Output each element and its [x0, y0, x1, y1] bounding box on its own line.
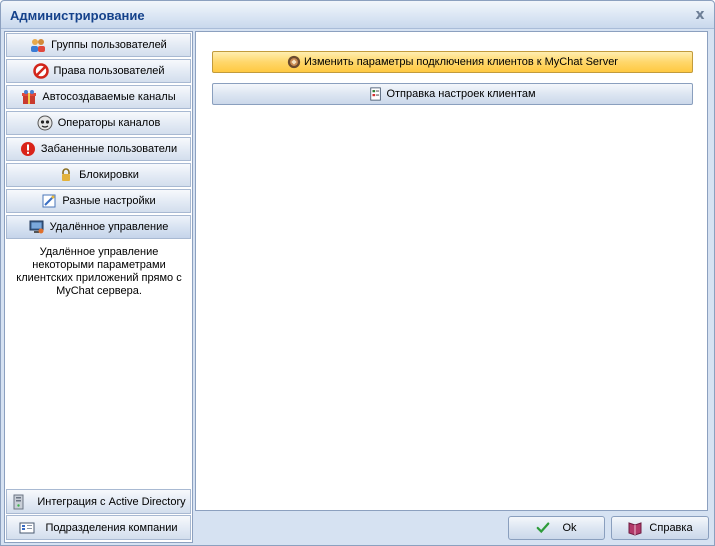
- nav-item-label: Права пользователей: [53, 65, 165, 77]
- nav-item-label: Операторы каналов: [57, 117, 161, 129]
- title-bar[interactable]: Администрирование x: [1, 1, 714, 29]
- remote-monitor-icon: [29, 220, 44, 234]
- nav-item-label: Интеграция с Active Directory: [37, 495, 186, 508]
- alert-icon: [20, 142, 35, 156]
- content-panel: Изменить параметры подключения клиентов …: [195, 31, 708, 511]
- navigation-panel: Группы пользователей Права пользователей…: [4, 31, 193, 543]
- send-settings-icon: [370, 87, 382, 101]
- nav-item-label: Удалённое управление: [49, 221, 169, 233]
- ok-label: Ok: [562, 522, 577, 534]
- nav-item-active-directory[interactable]: Интеграция с Active Directory: [6, 489, 191, 514]
- settings-icon: [42, 194, 56, 208]
- nav-item-label: Подразделения компании: [45, 521, 178, 534]
- nav-item-label: Забаненные пользователи: [40, 143, 178, 155]
- forbidden-icon: [32, 63, 49, 79]
- action-label: Изменить параметры подключения клиентов …: [304, 56, 618, 68]
- lock-icon: [62, 168, 71, 181]
- nav-item-banned-users[interactable]: Забаненные пользователи: [6, 137, 191, 161]
- nav-item-user-rights[interactable]: Права пользователей: [6, 59, 191, 83]
- nav-item-label: Разные настройки: [62, 195, 156, 207]
- section-description: Удалённое управление некоторыми параметр…: [16, 246, 182, 297]
- nav-item-auto-channels[interactable]: Автосоздаваемые каналы: [6, 85, 191, 109]
- change-connection-settings-button[interactable]: Изменить параметры подключения клиентов …: [212, 51, 693, 73]
- admin-window: Администрирование x Группы пользователей…: [0, 0, 715, 546]
- nav-item-channel-operators[interactable]: Операторы каналов: [6, 111, 191, 135]
- connection-icon: [287, 55, 301, 69]
- operator-icon: [37, 115, 53, 131]
- window-title: Администрирование: [10, 8, 145, 23]
- nav-item-label: Автосоздаваемые каналы: [42, 91, 176, 103]
- server-icon: [13, 494, 24, 509]
- action-label: Отправка настроек клиентам: [386, 88, 536, 100]
- help-button[interactable]: Справка: [611, 516, 709, 540]
- close-button[interactable]: x: [692, 7, 708, 23]
- gift-icon: [22, 90, 37, 104]
- nav-item-misc-settings[interactable]: Разные настройки: [6, 189, 191, 213]
- nav-item-label: Группы пользователей: [51, 39, 167, 51]
- checkmark-icon: [537, 522, 550, 534]
- ok-button[interactable]: Ok: [508, 516, 605, 540]
- nav-item-remote-control[interactable]: Удалённое управление: [6, 215, 191, 239]
- users-group-icon: [31, 39, 46, 52]
- help-label: Справка: [649, 522, 693, 534]
- nav-item-locks[interactable]: Блокировки: [6, 163, 191, 187]
- nav-item-label: Блокировки: [79, 169, 139, 181]
- help-book-icon: [628, 522, 642, 536]
- company-icon: [19, 522, 35, 533]
- send-client-settings-button[interactable]: Отправка настроек клиентам: [212, 83, 693, 105]
- nav-item-user-groups[interactable]: Группы пользователей: [6, 33, 191, 57]
- nav-item-company-departments[interactable]: Подразделения компании: [6, 515, 191, 540]
